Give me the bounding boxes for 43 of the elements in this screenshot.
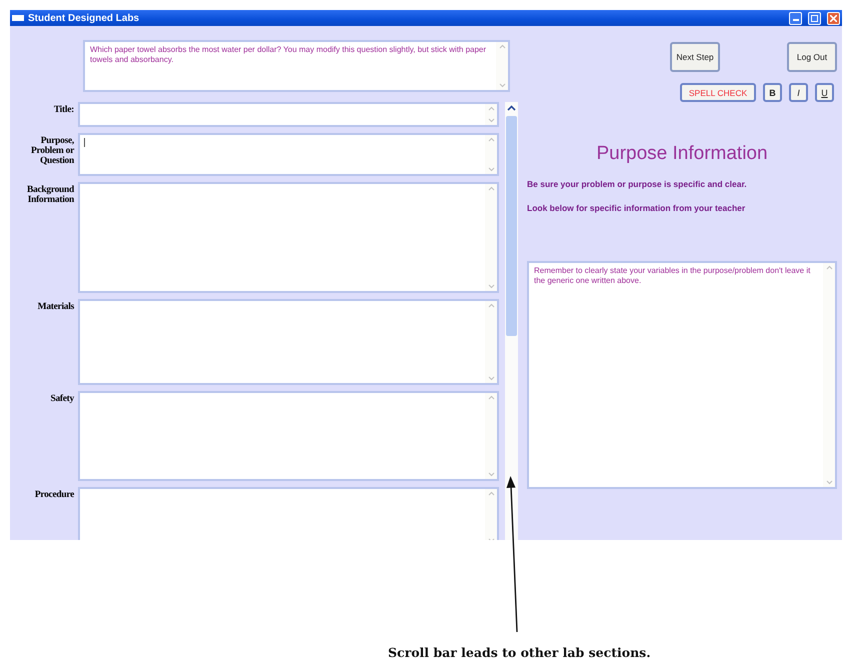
- text-area[interactable]: [78, 299, 499, 385]
- annotation-caption: Scroll bar leads to other lab sections.: [388, 645, 651, 660]
- scroll-thumb[interactable]: [506, 116, 517, 336]
- text-area[interactable]: [78, 102, 499, 127]
- spell-check-button[interactable]: SPELL CHECK: [680, 83, 756, 102]
- scroll-bar[interactable]: [505, 102, 518, 540]
- text-area[interactable]: [78, 487, 499, 540]
- text-area[interactable]: [78, 391, 499, 481]
- panel-heading: Purpose Information: [595, 143, 769, 165]
- text-cursor: [84, 138, 85, 147]
- field-label: Title:: [52, 104, 75, 117]
- field-label: Safety: [49, 393, 76, 406]
- window-title: Student Designed Labs: [28, 12, 140, 24]
- window-icon: [12, 14, 24, 22]
- scroll-down-icon[interactable]: [488, 284, 494, 289]
- panel-note: Be sure your problem or purpose is specific and clear.: [527, 179, 748, 189]
- teacher-info-box[interactable]: Remember to clearly state your variables in the purpose/problem don't leave it the generic one written above.: [527, 261, 837, 489]
- format-button[interactable]: B: [763, 83, 782, 102]
- scroll-down-icon[interactable]: [488, 472, 494, 477]
- field-label: Background Information: [26, 184, 76, 207]
- scroll-down-icon[interactable]: [488, 376, 494, 381]
- action-button[interactable]: Next Step: [670, 42, 720, 72]
- question-text: Which paper towel absorbs the most water per dollar? You may modify this question slightly, but stick with paper towels and absorbancy.: [89, 44, 488, 66]
- format-button[interactable]: U: [815, 83, 834, 102]
- field-label: Purpose, Problem or Question: [30, 135, 76, 168]
- question-box[interactable]: Which paper towel absorbs the most water per dollar? You may modify this question slightly, but stick with paper towels and absorbancy.: [83, 40, 510, 92]
- field-label: Materials: [36, 301, 75, 314]
- format-button[interactable]: I: [789, 83, 808, 102]
- scroll-down-icon[interactable]: [498, 83, 506, 88]
- minimize-button[interactable]: [789, 12, 802, 24]
- scroll-down-icon[interactable]: [488, 167, 494, 172]
- scroll-down-icon[interactable]: [488, 118, 494, 123]
- maximize-button[interactable]: [808, 12, 821, 24]
- close-icon: [830, 14, 837, 22]
- field-label: Procedure: [34, 489, 75, 502]
- text-area[interactable]: [78, 133, 499, 176]
- panel-note: Look below for specific information from your teacher: [527, 203, 746, 213]
- scroll-down-icon[interactable]: [826, 480, 832, 485]
- action-button[interactable]: Log Out: [787, 42, 837, 72]
- close-button[interactable]: [827, 12, 840, 24]
- maximize-icon: [811, 14, 818, 22]
- text-area[interactable]: [78, 182, 499, 293]
- teacher-info-text: Remember to clearly state your variables in the purpose/problem don't leave it the generic one written above.: [533, 265, 812, 287]
